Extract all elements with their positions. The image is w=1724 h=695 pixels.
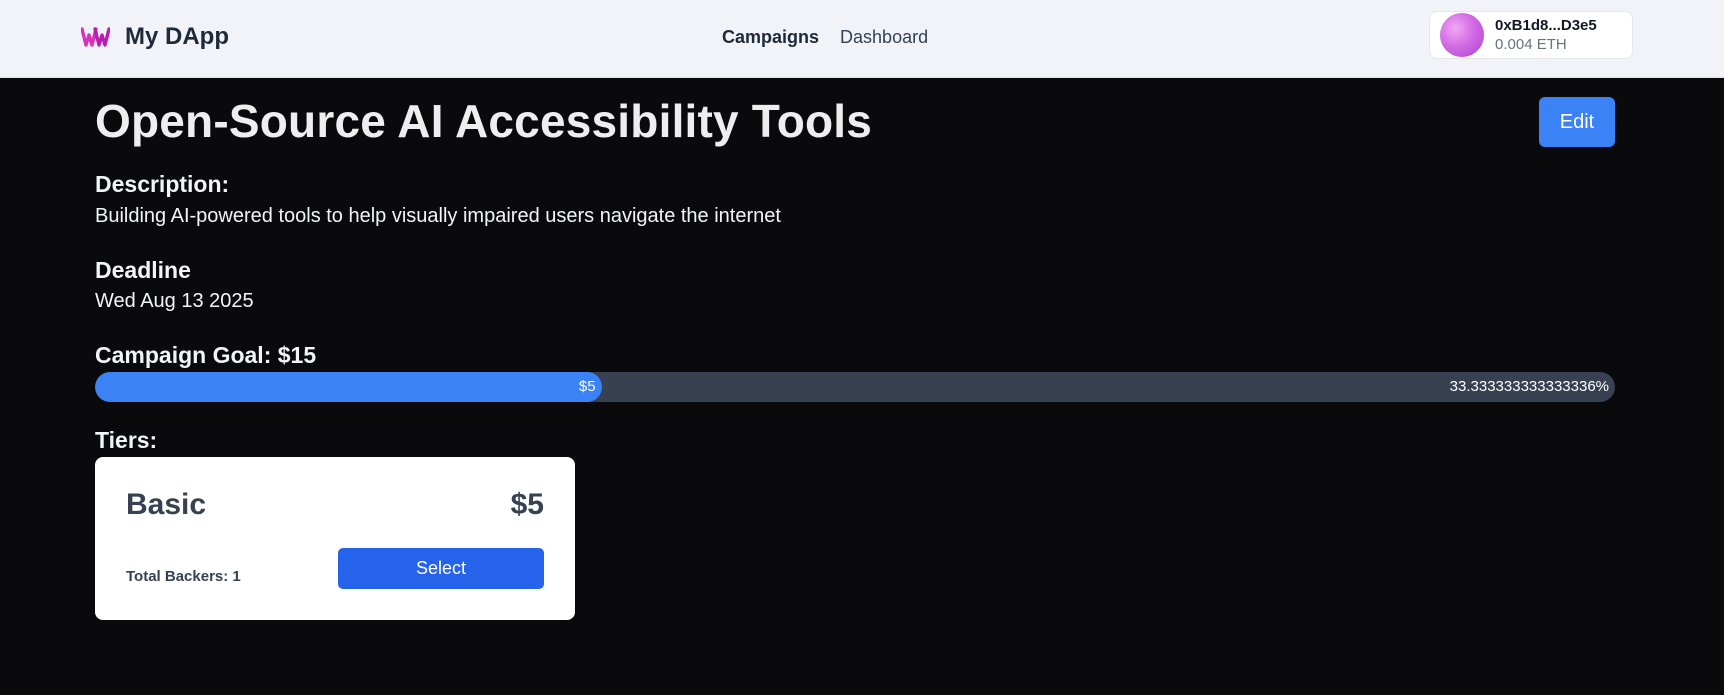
campaign-title: Open-Source AI Accessibility Tools bbox=[95, 95, 873, 147]
wallet-avatar bbox=[1440, 13, 1484, 57]
wallet-address: 0xB1d8...D3e5 bbox=[1495, 17, 1597, 34]
wallet-balance: 0.004 ETH bbox=[1495, 36, 1567, 53]
progress-percent-label: 33.333333333333336% bbox=[1449, 378, 1609, 395]
brand-name: My DApp bbox=[125, 23, 229, 50]
nav-link-dashboard[interactable]: Dashboard bbox=[840, 22, 928, 52]
campaign-goal-label: Campaign Goal: $15 bbox=[95, 342, 317, 368]
tier-name: Basic bbox=[126, 488, 207, 521]
deadline-value: Wed Aug 13 2025 bbox=[95, 290, 254, 312]
tier-backers-count: Total Backers: 1 bbox=[126, 568, 241, 585]
funding-progress-bar: $5 33.333333333333336% bbox=[95, 372, 1615, 402]
tier-card: Basic $5 Total Backers: 1 Select bbox=[95, 457, 575, 620]
tiers-label: Tiers: bbox=[95, 427, 158, 453]
deadline-label: Deadline bbox=[95, 257, 191, 283]
amount-raised-label: $5 bbox=[578, 378, 596, 395]
tier-amount: $5 bbox=[510, 488, 544, 521]
wallet-button[interactable]: 0xB1d8...D3e5 0.004 ETH bbox=[1429, 11, 1633, 59]
main-nav: Campaigns Dashboard bbox=[722, 22, 928, 52]
edit-button[interactable]: Edit bbox=[1539, 97, 1615, 147]
navbar: My DApp Campaigns Dashboard 0xB1d8...D3e… bbox=[0, 0, 1724, 78]
wave-logo-icon bbox=[81, 27, 110, 47]
description-label: Description: bbox=[95, 171, 230, 197]
wallet-info: 0xB1d8...D3e5 0.004 ETH bbox=[1495, 16, 1597, 54]
nav-link-campaigns[interactable]: Campaigns bbox=[722, 22, 819, 52]
brand[interactable]: My DApp bbox=[81, 20, 229, 54]
select-tier-button[interactable]: Select bbox=[338, 548, 544, 589]
description-text: Building AI-powered tools to help visual… bbox=[95, 205, 781, 227]
funding-progress-fill: $5 bbox=[95, 372, 602, 402]
